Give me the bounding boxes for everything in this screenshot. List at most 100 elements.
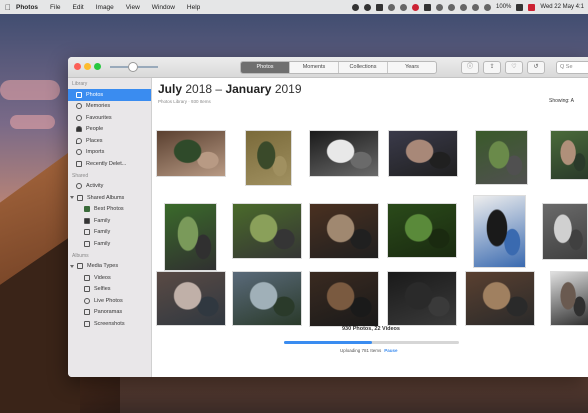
sidebar-item-imports[interactable]: Imports bbox=[68, 147, 151, 159]
sidebar-item-family[interactable]: Family bbox=[68, 227, 151, 239]
pin-icon bbox=[76, 137, 82, 144]
close-button[interactable] bbox=[74, 63, 81, 70]
sidebar-item-places[interactable]: Places bbox=[68, 135, 151, 147]
fullscreen-button[interactable] bbox=[94, 63, 101, 70]
status-icon[interactable] bbox=[388, 3, 396, 11]
sync-icon[interactable] bbox=[436, 3, 444, 11]
sidebar-item-family[interactable]: Family bbox=[68, 238, 151, 250]
sidebar-item-live-photos[interactable]: Live Photos bbox=[68, 295, 151, 307]
album-thumb-icon bbox=[84, 217, 90, 224]
photo-thumbnail-man-with-cat[interactable] bbox=[309, 203, 379, 259]
photo-thumbnail-dark-photo[interactable] bbox=[387, 271, 457, 326]
desktop-cloud bbox=[0, 80, 60, 100]
title-year-start: 2018 bbox=[185, 82, 213, 96]
menu-bar:  Photos File Edit Image View Window Hel… bbox=[0, 0, 588, 14]
menu-view[interactable]: View bbox=[126, 4, 140, 11]
search-input[interactable]: Q Se bbox=[556, 61, 588, 74]
activity-icon bbox=[76, 183, 82, 190]
toolbar-buttons: ⓘ ⇪ ♡ ↺ bbox=[461, 61, 545, 74]
status-icon[interactable] bbox=[424, 3, 432, 11]
heart-icon bbox=[76, 114, 82, 121]
photo-thumbnail-family-garden-1[interactable] bbox=[164, 203, 217, 271]
photos-window: Photos Moments Collections Years ⓘ ⇪ ♡ ↺… bbox=[68, 57, 588, 377]
tab-moments[interactable]: Moments bbox=[290, 62, 339, 73]
rotate-icon[interactable]: ↺ bbox=[527, 61, 545, 74]
status-icon[interactable] bbox=[376, 3, 384, 11]
menu-app-name[interactable]: Photos bbox=[16, 4, 38, 11]
photo-thumbnail-baby-outdoors[interactable] bbox=[550, 130, 588, 180]
title-month-end: January bbox=[225, 82, 272, 96]
memories-icon bbox=[76, 103, 82, 110]
sidebar-item-family[interactable]: Family bbox=[68, 215, 151, 227]
clock-icon bbox=[76, 149, 82, 156]
selfie-icon bbox=[84, 286, 90, 293]
info-icon[interactable]: ⓘ bbox=[461, 61, 479, 74]
flag-icon[interactable] bbox=[528, 3, 536, 11]
upload-progress-fill bbox=[284, 341, 372, 344]
minimize-button[interactable] bbox=[84, 63, 91, 70]
album-icon bbox=[84, 240, 90, 247]
sidebar-item-people[interactable]: People bbox=[68, 124, 151, 136]
status-icon[interactable] bbox=[412, 3, 420, 11]
menu-clock[interactable]: Wed 22 May 4:1 bbox=[540, 4, 584, 10]
sidebar-item-memories[interactable]: Memories bbox=[68, 101, 151, 113]
sidebar-item-recently-deleted[interactable]: Recently Delet... bbox=[68, 158, 151, 170]
photo-thumbnail-black-white-cat[interactable] bbox=[309, 130, 379, 177]
showing-filter[interactable]: Showing: A bbox=[549, 98, 574, 104]
photo-thumbnail-older-man[interactable] bbox=[550, 271, 588, 326]
photo-thumbnail-couple-garden[interactable] bbox=[475, 130, 528, 185]
menu-image[interactable]: Image bbox=[96, 4, 114, 11]
tab-photos[interactable]: Photos bbox=[241, 62, 290, 73]
zoom-slider-knob[interactable] bbox=[128, 62, 138, 72]
upload-progress-bar bbox=[284, 341, 459, 344]
photo-thumbnail-dog-floor[interactable] bbox=[309, 271, 379, 327]
share-icon[interactable]: ⇪ bbox=[483, 61, 501, 74]
menu-edit[interactable]: Edit bbox=[73, 4, 84, 11]
photo-thumbnail-plant-closeup[interactable] bbox=[387, 203, 457, 258]
photo-thumbnail-family-garden-2[interactable] bbox=[232, 203, 302, 259]
photo-thumbnail-man-in-garden[interactable] bbox=[245, 130, 292, 186]
trash-icon bbox=[76, 160, 82, 167]
menu-window[interactable]: Window bbox=[152, 4, 175, 11]
apple-menu-icon[interactable]:  bbox=[0, 3, 16, 12]
sidebar-item-panoramas[interactable]: Panoramas bbox=[68, 307, 151, 319]
disclosure-triangle-icon[interactable] bbox=[70, 264, 74, 268]
sidebar-item-best-photos[interactable]: Best Photos bbox=[68, 204, 151, 216]
photo-thumbnail-floor-tiles[interactable] bbox=[465, 271, 535, 326]
status-icon[interactable] bbox=[352, 3, 360, 11]
photo-thumbnail-child-on-couch[interactable] bbox=[156, 271, 226, 326]
title-bar: Photos Moments Collections Years ⓘ ⇪ ♡ ↺… bbox=[68, 57, 588, 78]
wifi-icon[interactable] bbox=[472, 3, 480, 11]
folder-icon bbox=[77, 263, 83, 270]
disclosure-triangle-icon[interactable] bbox=[70, 196, 74, 200]
pause-button[interactable]: Pause bbox=[384, 348, 397, 353]
sidebar-item-media-types[interactable]: Media Types bbox=[68, 261, 151, 273]
photo-thumbnail-cat-portrait[interactable] bbox=[473, 195, 526, 268]
bluetooth-icon[interactable] bbox=[460, 3, 468, 11]
battery-icon[interactable] bbox=[516, 3, 524, 11]
sidebar-item-favourites[interactable]: Favourites bbox=[68, 112, 151, 124]
menu-file[interactable]: File bbox=[50, 4, 60, 11]
tab-collections[interactable]: Collections bbox=[339, 62, 388, 73]
sidebar-item-shared-albums[interactable]: Shared Albums bbox=[68, 192, 151, 204]
volume-icon[interactable] bbox=[484, 3, 492, 11]
status-icon[interactable] bbox=[364, 3, 372, 11]
sidebar-item-photos[interactable]: Photos bbox=[68, 89, 151, 101]
menu-help[interactable]: Help bbox=[187, 4, 200, 11]
sidebar-item-videos[interactable]: Videos bbox=[68, 272, 151, 284]
sidebar-item-selfies[interactable]: Selfies bbox=[68, 284, 151, 296]
favorite-icon[interactable]: ♡ bbox=[505, 61, 523, 74]
photo-thumbnail-women-selfie[interactable] bbox=[388, 130, 458, 177]
status-icon[interactable] bbox=[400, 3, 408, 11]
photo-thumbnail-family-on-sofa[interactable] bbox=[156, 130, 226, 177]
tab-years[interactable]: Years bbox=[388, 62, 436, 73]
photo-thumbnail-room-interior[interactable] bbox=[542, 203, 588, 260]
sidebar-item-screenshots[interactable]: Screenshots bbox=[68, 318, 151, 330]
history-icon[interactable] bbox=[448, 3, 456, 11]
upload-status-text: Uploading 781 Items bbox=[340, 348, 382, 353]
library-subtitle: Photos Library · 930 Items bbox=[158, 99, 211, 104]
photo-thumbnail-rainbow-sky[interactable] bbox=[232, 271, 302, 326]
sidebar-shared-header: Shared bbox=[72, 172, 89, 179]
sidebar-item-activity[interactable]: Activity bbox=[68, 181, 151, 193]
desktop-cloud bbox=[10, 115, 55, 129]
